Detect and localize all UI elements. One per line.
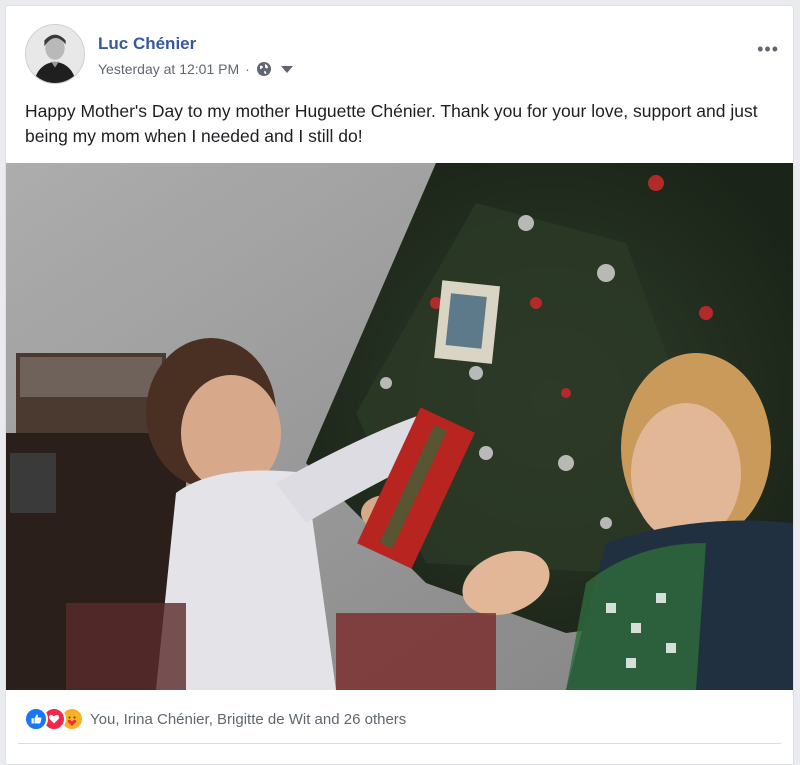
divider: [18, 743, 781, 744]
reactions-summary[interactable]: You, Irina Chénier, Brigitte de Wit and …: [24, 706, 406, 732]
post-text: Happy Mother's Day to my mother Huguette…: [25, 101, 758, 146]
post-meta: Yesterday at 12:01 PM ·: [98, 61, 293, 77]
post-photo[interactable]: [6, 163, 793, 690]
avatar-image: [26, 25, 84, 83]
reaction-names[interactable]: You, Irina Chénier, Brigitte de Wit and …: [90, 711, 406, 728]
globe-icon[interactable]: [256, 61, 272, 77]
more-options-icon[interactable]: •••: [757, 40, 779, 58]
post-header: Luc Chénier Yesterday at 12:01 PM · •••: [23, 22, 793, 84]
photo-image: [6, 163, 793, 690]
feed-post: Luc Chénier Yesterday at 12:01 PM · ••• …: [5, 5, 794, 765]
audience-dropdown-icon[interactable]: [280, 65, 293, 73]
author-name[interactable]: Luc Chénier: [98, 34, 196, 54]
like-icon: [24, 707, 48, 731]
meta-separator: ·: [245, 61, 250, 77]
post-timestamp[interactable]: Yesterday at 12:01 PM: [98, 61, 239, 77]
avatar[interactable]: [25, 24, 85, 84]
